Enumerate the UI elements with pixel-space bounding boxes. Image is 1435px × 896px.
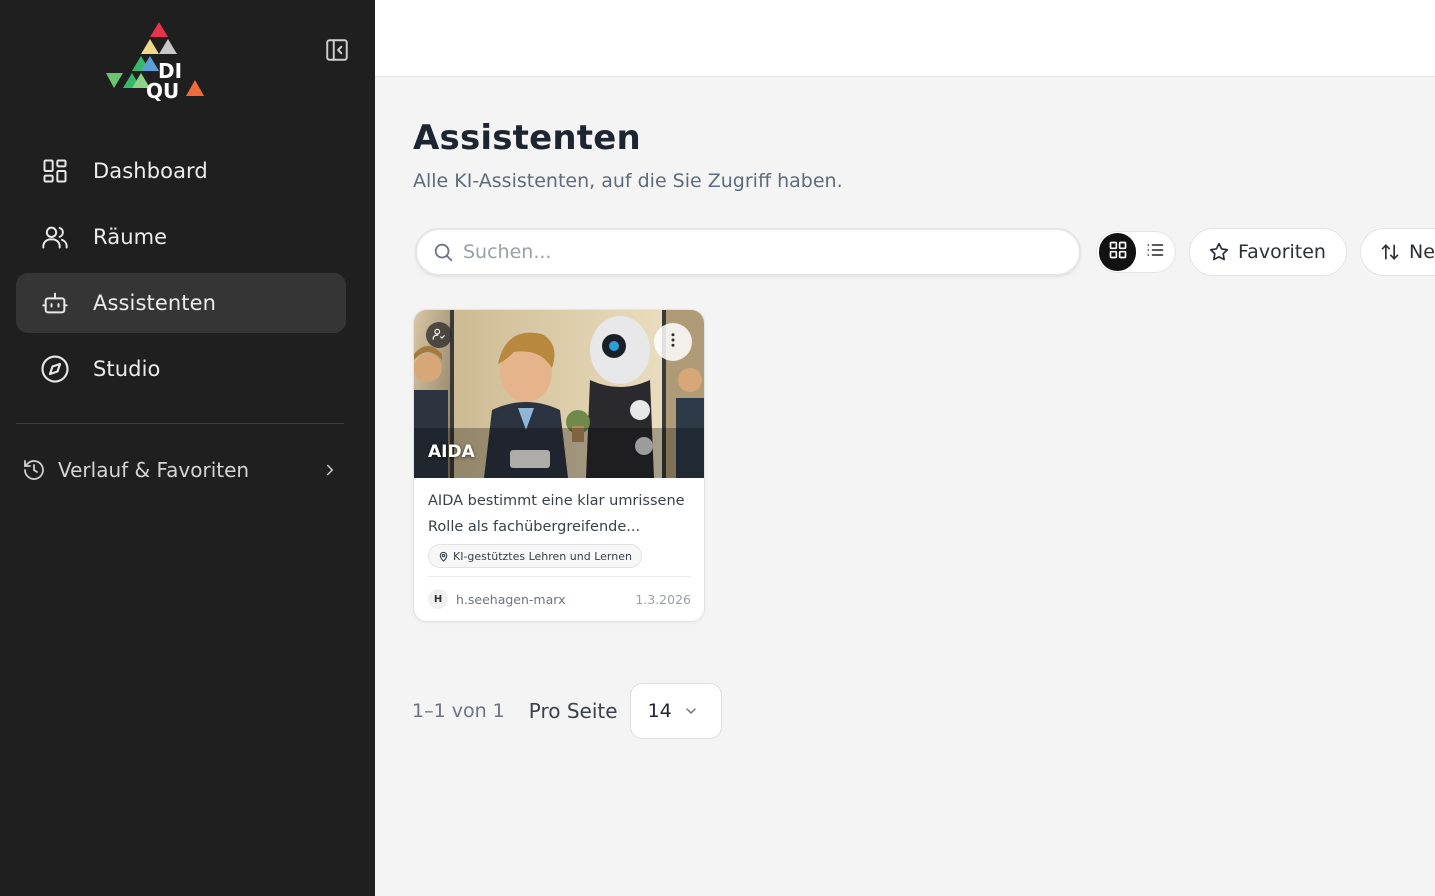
list-icon bbox=[1145, 240, 1165, 264]
author-name: h.seehagen-marx bbox=[456, 591, 566, 607]
assistant-tag[interactable]: KI-gestütztes Lehren und Lernen bbox=[428, 544, 642, 568]
history-favorites-label: Verlauf & Favoriten bbox=[58, 458, 250, 482]
per-page-label: Pro Seite bbox=[528, 699, 618, 723]
users-icon bbox=[40, 222, 70, 252]
sidebar-divider bbox=[16, 423, 344, 424]
chevron-right-icon bbox=[318, 458, 342, 482]
sidebar: DI QU Dashboard Räume Assistenten Studio… bbox=[0, 0, 375, 896]
grid-icon bbox=[1108, 240, 1128, 264]
sidebar-item-dashboard[interactable]: Dashboard bbox=[16, 141, 346, 201]
assistant-tag-label: KI-gestütztes Lehren und Lernen bbox=[453, 549, 632, 563]
card-divider bbox=[428, 576, 691, 577]
main-content: Assistenten Alle KI-Assistenten, auf die… bbox=[375, 78, 1435, 896]
compass-icon bbox=[40, 354, 70, 384]
panel-left-icon bbox=[324, 37, 350, 67]
logo-text-qu: QU bbox=[146, 79, 179, 102]
search-icon bbox=[431, 240, 455, 264]
card-footer: H h.seehagen-marx 1.3.2026 bbox=[428, 588, 691, 610]
sidebar-item-studio[interactable]: Studio bbox=[16, 339, 346, 399]
sidebar-item-raeume[interactable]: Räume bbox=[16, 207, 346, 267]
sidebar-collapse-button[interactable] bbox=[323, 38, 351, 66]
sidebar-item-assistenten[interactable]: Assistenten bbox=[16, 273, 346, 333]
map-pin-icon bbox=[437, 550, 449, 562]
history-icon bbox=[22, 458, 46, 482]
assistant-card[interactable]: AIDA AIDA bestimmt eine klar umrissene R… bbox=[413, 309, 705, 622]
robot-icon bbox=[40, 288, 70, 318]
favorites-label: Favoriten bbox=[1238, 241, 1326, 263]
sidebar-item-label: Dashboard bbox=[93, 159, 208, 183]
dashboard-icon bbox=[40, 156, 70, 186]
top-bar bbox=[375, 0, 1435, 77]
per-page-select[interactable]: 14 bbox=[629, 683, 722, 739]
sort-arrows-icon bbox=[1379, 241, 1401, 263]
page-title: Assistenten bbox=[413, 118, 641, 158]
per-page-value: 14 bbox=[647, 700, 672, 722]
chevron-down-icon bbox=[681, 701, 701, 721]
sort-button[interactable]: Ne bbox=[1360, 228, 1435, 276]
grid-view-button[interactable] bbox=[1099, 233, 1136, 271]
pagination: 1–1 von 1 Pro Seite 14 bbox=[412, 683, 722, 739]
sort-label: Ne bbox=[1409, 241, 1435, 263]
assistant-description: AIDA bestimmt eine klar umrissene Rolle … bbox=[428, 493, 685, 535]
diqu-logo[interactable]: DI QU bbox=[106, 20, 204, 103]
search-box[interactable] bbox=[415, 228, 1081, 276]
view-toggle bbox=[1096, 231, 1176, 273]
history-favorites-toggle[interactable]: Verlauf & Favoriten bbox=[16, 444, 346, 496]
card-menu-button[interactable] bbox=[654, 323, 692, 361]
sidebar-nav: Dashboard Räume Assistenten Studio bbox=[16, 141, 346, 405]
user-check-icon bbox=[432, 326, 446, 345]
pagination-range: 1–1 von 1 bbox=[412, 700, 505, 722]
star-icon bbox=[1208, 241, 1230, 263]
sidebar-item-label: Studio bbox=[93, 357, 161, 381]
created-date: 1.3.2026 bbox=[635, 591, 691, 607]
sidebar-item-label: Räume bbox=[93, 225, 168, 249]
favorites-filter-button[interactable]: Favoriten bbox=[1189, 228, 1347, 276]
page-subtitle: Alle KI-Assistenten, auf die Sie Zugriff… bbox=[413, 170, 843, 192]
search-input[interactable] bbox=[463, 241, 1063, 263]
avatar: H bbox=[428, 589, 448, 609]
more-vertical-icon bbox=[664, 331, 682, 353]
list-view-button[interactable] bbox=[1136, 233, 1173, 271]
assistant-card-image: AIDA bbox=[414, 310, 704, 478]
shared-user-badge bbox=[426, 322, 452, 348]
sidebar-item-label: Assistenten bbox=[93, 291, 217, 315]
assistant-name: AIDA bbox=[428, 442, 475, 462]
